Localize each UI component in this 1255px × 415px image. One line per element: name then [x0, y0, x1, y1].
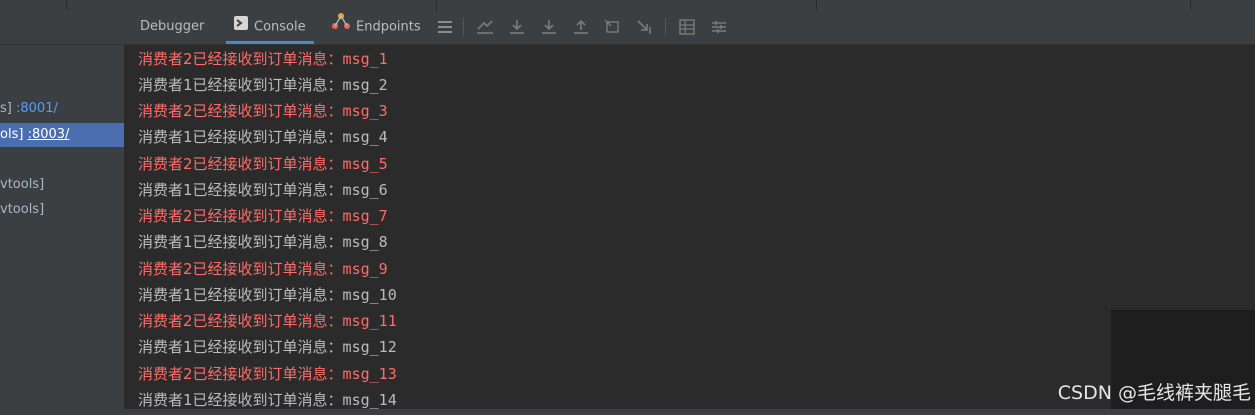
endpoints-icon [332, 10, 350, 44]
step-over-icon[interactable] [507, 18, 527, 36]
service-item-label: s] [0, 101, 12, 116]
ide-window: s] :8001/ ols] :8003/ vtools] vtools] De… [0, 0, 1255, 415]
service-item-label: vtools] [0, 177, 45, 192]
debug-toolbar: Debugger Console Endpoints [124, 10, 1255, 45]
console-line: 消费者2已经接收到订单消息：msg_3 [138, 102, 388, 120]
console-icon [234, 10, 248, 44]
step-out-icon[interactable] [571, 18, 591, 36]
menu-icon[interactable] [435, 18, 455, 36]
service-item-label: ols] [0, 127, 24, 142]
run-to-cursor-icon[interactable] [635, 18, 655, 36]
tab-debugger[interactable]: Debugger [140, 10, 204, 44]
services-panel-header [0, 10, 124, 45]
service-item[interactable]: vtools] [0, 198, 124, 222]
trace-icon[interactable] [709, 18, 729, 36]
tab-label: Endpoints [356, 19, 421, 35]
top-strip-segment [816, 0, 1191, 10]
top-strip-segment [0, 0, 67, 10]
console-line: 消费者1已经接收到订单消息：msg_4 [138, 128, 388, 146]
console-line: 消费者2已经接收到订单消息：msg_1 [138, 50, 388, 68]
service-item[interactable]: s] :8001/ [0, 97, 124, 121]
console-line: 消费者1已经接收到订单消息：msg_12 [138, 338, 397, 356]
toolbar-divider [463, 18, 464, 36]
console-line: 消费者1已经接收到订单消息：msg_10 [138, 286, 397, 304]
console-line: 消费者2已经接收到订单消息：msg_11 [138, 312, 397, 330]
console-output[interactable]: 消费者2已经接收到订单消息：msg_1 消费者1已经接收到订单消息：msg_2 … [124, 45, 1255, 415]
top-strip-segment [436, 0, 817, 10]
evaluate-expression-icon[interactable] [677, 18, 697, 36]
tab-console[interactable]: Console [226, 10, 314, 44]
service-item-selected[interactable]: ols] :8003/ [0, 123, 124, 147]
console-line: 消费者2已经接收到订单消息：msg_13 [138, 365, 397, 383]
console-line: 消费者1已经接收到订单消息：msg_2 [138, 76, 388, 94]
tab-label: Debugger [140, 19, 205, 34]
console-line: 消费者1已经接收到订单消息：msg_6 [138, 181, 388, 199]
services-panel: s] :8001/ ols] :8003/ vtools] vtools] [0, 10, 124, 415]
console-line: 消费者2已经接收到订单消息：msg_7 [138, 207, 388, 225]
drop-frame-icon[interactable] [603, 18, 623, 36]
service-item[interactable]: vtools] [0, 173, 124, 197]
show-execution-point-icon[interactable] [475, 18, 495, 36]
console-line: 消费者2已经接收到订单消息：msg_9 [138, 260, 388, 278]
console-line: 消费者1已经接收到订单消息：msg_8 [138, 233, 388, 251]
bottom-status-strip [0, 409, 1255, 415]
service-item-label: vtools] [0, 202, 45, 217]
service-item-port-link[interactable]: :8003/ [28, 127, 70, 142]
console-line: 消费者2已经接收到订单消息：msg_5 [138, 155, 388, 173]
tab-endpoints[interactable]: Endpoints [332, 10, 421, 44]
tab-label: Console [254, 19, 306, 35]
service-item-port-link[interactable]: :8001/ [16, 101, 58, 116]
toolbar-divider [665, 18, 666, 36]
step-into-icon[interactable] [539, 18, 559, 36]
top-strip-segment [66, 0, 437, 10]
watermark: CSDN @毛线裤夹腿毛 [1057, 382, 1251, 404]
